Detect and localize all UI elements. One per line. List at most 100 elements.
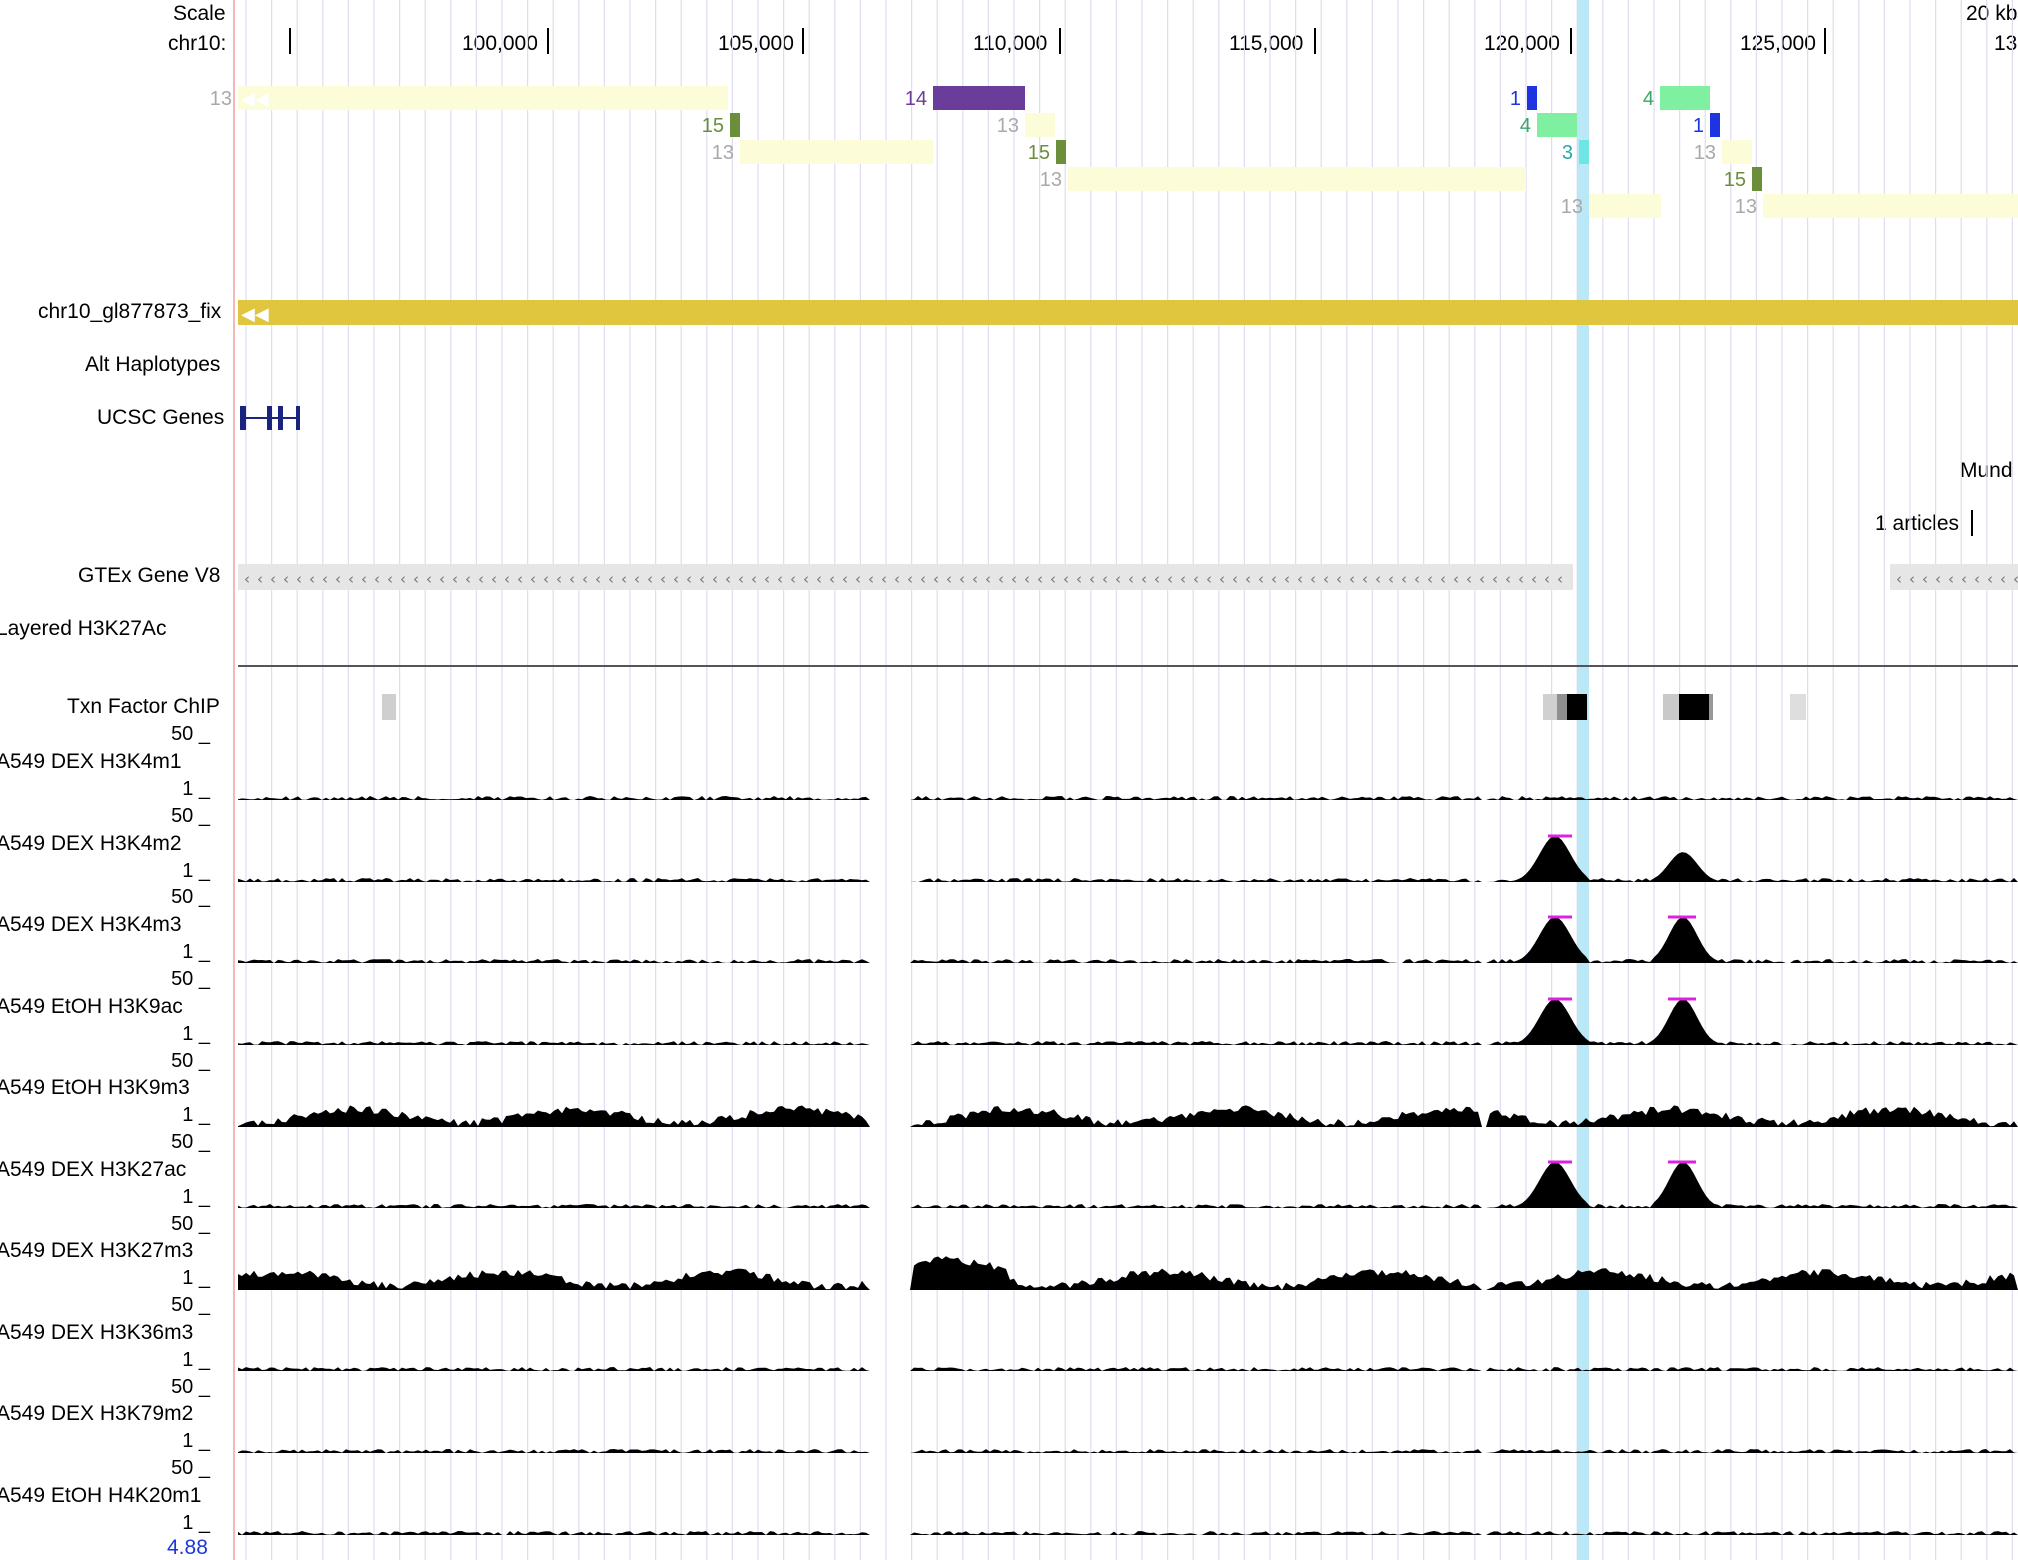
gtex-arrow-icon: ‹ [1180, 570, 1186, 588]
gtex-arrow-icon: ‹ [1115, 570, 1121, 588]
gtex-arrow-icon: ‹ [530, 570, 536, 588]
gtex-arrow-icon: ‹ [842, 570, 848, 588]
signal-area [238, 1105, 2018, 1127]
highlight-band [1577, 0, 1589, 1560]
signal-area [238, 1367, 2018, 1371]
gtex-arrow-icon: ‹ [1271, 570, 1277, 588]
chromhmm-segment [933, 86, 1025, 110]
signal-area [238, 836, 2018, 882]
chromhmm-label: 13 [1561, 196, 1583, 218]
gtex-arrow-icon: ‹ [608, 570, 614, 588]
gtex-arrow-icon: ‹ [1479, 570, 1485, 588]
gtex-arrow-icon: ‹ [803, 570, 809, 588]
gtex-arrow-icon: ‹ [582, 570, 588, 588]
chromhmm-segment [1025, 113, 1055, 137]
chip-peak [1567, 694, 1587, 720]
gtex-arrow-icon: ‹ [634, 570, 640, 588]
gtex-arrow-icon: ‹ [478, 570, 484, 588]
gtex-arrow-icon: ‹ [686, 570, 692, 588]
signal-area [238, 1449, 2018, 1453]
gtex-arrow-icon: ‹ [1258, 570, 1264, 588]
gtex-arrow-icon: ‹ [920, 570, 926, 588]
chip-peak [1557, 694, 1567, 720]
gtex-arrow-icon: ‹ [2013, 570, 2018, 588]
gtex-arrow-icon: ‹ [1037, 570, 1043, 588]
signal-area [238, 999, 2018, 1045]
gtex-arrow-icon: ‹ [1024, 570, 1030, 588]
chromhmm-label: 15 [702, 115, 724, 137]
track-canvas[interactable]: 13 14 1 415 13 4 113 15 3 1313 1513 13◀◀◀◀‹ ‹ ‹ ‹ ‹ ‹ ‹ ‹ ‹… [0, 0, 2018, 1560]
gene-exon [278, 406, 283, 430]
chromhmm-label: 1 [1693, 115, 1704, 137]
gtex-arrow-icon: ‹ [413, 570, 419, 588]
chromhmm-segment [730, 113, 740, 137]
gtex-arrow-icon: ‹ [777, 570, 783, 588]
chromhmm-label: 15 [1724, 169, 1746, 191]
gtex-arrow-icon: ‹ [790, 570, 796, 588]
gtex-arrow-icon: ‹ [972, 570, 978, 588]
gtex-arrow-icon: ‹ [595, 570, 601, 588]
gtex-arrow-icon: ‹ [452, 570, 458, 588]
gtex-arrow-icon: ‹ [1193, 570, 1199, 588]
gtex-arrow-icon: ‹ [660, 570, 666, 588]
gtex-arrow-icon: ‹ [1141, 570, 1147, 588]
gtex-arrow-icon: ‹ [738, 570, 744, 588]
chromhmm-label: 13 [1040, 169, 1062, 191]
chip-peak [382, 694, 396, 720]
chromhmm-label: 13 [1735, 196, 1757, 218]
gtex-arrow-icon: ‹ [1401, 570, 1407, 588]
gtex-arrow-icon: ‹ [881, 570, 887, 588]
gtex-arrow-icon: ‹ [868, 570, 874, 588]
gtex-arrow-icon: ‹ [1076, 570, 1082, 588]
chip-peak [1790, 694, 1806, 720]
gtex-arrow-icon: ‹ [725, 570, 731, 588]
gtex-arrow-icon: ‹ [1362, 570, 1368, 588]
gtex-arrow-icon: ‹ [491, 570, 497, 588]
gtex-arrow-icon: ‹ [907, 570, 913, 588]
chromhmm-label: 13 [1694, 142, 1716, 164]
gtex-arrow-icon: ‹ [1922, 570, 1928, 588]
gtex-arrow-icon: ‹ [1909, 570, 1915, 588]
gtex-arrow-icon: ‹ [699, 570, 705, 588]
gtex-arrow-icon: ‹ [1440, 570, 1446, 588]
gtex-arrow-icon: ‹ [569, 570, 575, 588]
gtex-arrow-icon: ‹ [673, 570, 679, 588]
gtex-arrow-icon: ‹ [2000, 570, 2006, 588]
chromhmm-label: 15 [1028, 142, 1050, 164]
signal-area [238, 1256, 2018, 1290]
gtex-arrow-icon: ‹ [894, 570, 900, 588]
gtex-arrow-icon: ‹ [1310, 570, 1316, 588]
gtex-arrow-icon: ‹ [1375, 570, 1381, 588]
gene-exon [240, 406, 246, 430]
gtex-arrow-icon: ‹ [1935, 570, 1941, 588]
chromhmm-segment [1589, 194, 1661, 218]
gtex-arrow-icon: ‹ [270, 570, 276, 588]
chromhmm-segment [1068, 167, 1526, 191]
gtex-arrow-icon: ‹ [504, 570, 510, 588]
gtex-arrow-icon: ‹ [1961, 570, 1967, 588]
chromhmm-segment [1763, 194, 2018, 218]
alt-fix-bar [238, 300, 2018, 325]
gtex-arrow-icon: ‹ [335, 570, 341, 588]
chromhmm-label: 14 [905, 88, 927, 110]
gtex-arrow-icon: ‹ [621, 570, 627, 588]
gtex-arrow-icon: ‹ [1284, 570, 1290, 588]
gtex-arrow-icon: ‹ [517, 570, 523, 588]
chromhmm-label: 13 [997, 115, 1019, 137]
gtex-arrow-icon: ‹ [556, 570, 562, 588]
gtex-arrow-icon: ‹ [309, 570, 315, 588]
strand-arrow-icon: ◀◀ [241, 89, 269, 110]
gtex-arrow-icon: ‹ [1011, 570, 1017, 588]
gtex-arrow-icon: ‹ [1089, 570, 1095, 588]
gtex-arrow-icon: ‹ [283, 570, 289, 588]
chip-peak [1709, 694, 1713, 720]
gtex-arrow-icon: ‹ [1453, 570, 1459, 588]
gtex-arrow-icon: ‹ [1974, 570, 1980, 588]
gtex-arrow-icon: ‹ [959, 570, 965, 588]
gtex-arrow-icon: ‹ [348, 570, 354, 588]
gtex-arrow-icon: ‹ [1232, 570, 1238, 588]
gtex-arrow-icon: ‹ [1349, 570, 1355, 588]
gtex-arrow-icon: ‹ [1154, 570, 1160, 588]
gtex-arrow-icon: ‹ [1492, 570, 1498, 588]
gtex-arrow-icon: ‹ [439, 570, 445, 588]
